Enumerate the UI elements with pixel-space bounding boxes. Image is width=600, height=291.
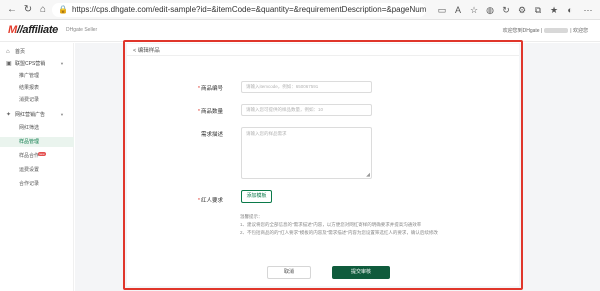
- chevron-down-icon: ▼: [60, 61, 64, 66]
- username-redacted: [544, 28, 569, 34]
- sidebar-item-sample-cooperation[interactable]: 样品合作 new: [0, 151, 74, 161]
- quantity-label: *商品数量: [197, 109, 223, 115]
- page-title[interactable]: < 编辑样品: [133, 46, 160, 54]
- sidebar-item-sample-manage[interactable]: 样品管理: [0, 137, 74, 147]
- more-icon[interactable]: ⋯: [582, 4, 594, 16]
- star-icon: ✦: [6, 112, 12, 118]
- back-icon[interactable]: ←: [6, 4, 18, 16]
- quantity-input[interactable]: 请输入您可提供的样品数量，例如：10: [241, 104, 372, 116]
- logo[interactable]: M//affiliate: [8, 24, 58, 36]
- new-badge: new: [38, 152, 46, 156]
- favorites-bar-icon[interactable]: ★: [548, 4, 560, 16]
- sidebar-item-cps[interactable]: ▣ 联盟CPS营销 ▼: [0, 59, 74, 69]
- requirement-textarea[interactable]: 请输入您的样品需求 ◢: [241, 127, 372, 179]
- sidebar-item-cooperation-record[interactable]: 合作记录: [0, 179, 74, 189]
- home-icon[interactable]: ⌂: [37, 4, 49, 16]
- sidebar-item-home[interactable]: ⌂ 首页: [0, 47, 74, 57]
- requirement-placeholder: 请输入您的样品需求: [246, 131, 287, 136]
- product-code-label: *商品编号: [197, 86, 223, 92]
- refresh-page-icon[interactable]: ↻: [500, 4, 512, 16]
- favorite-icon[interactable]: ☆: [468, 4, 480, 16]
- lock-icon: 🔒: [58, 5, 68, 14]
- cancel-button[interactable]: 取消: [267, 266, 311, 279]
- sidebar-item-promo-manage[interactable]: 推广管理: [0, 71, 74, 81]
- chevron-down-icon: ▼: [60, 112, 64, 117]
- profile-icon[interactable]: ◐: [564, 4, 576, 16]
- product-code-input[interactable]: 请输入itemcode，例如：650067591: [241, 81, 372, 93]
- refresh-icon[interactable]: ↻: [22, 4, 34, 16]
- url-text: https://cps.dhgate.com/edit-sample?id=&i…: [71, 5, 426, 14]
- logo-subtitle: DHgate Seller: [66, 27, 98, 33]
- extension-icon[interactable]: ⚙: [516, 4, 528, 16]
- link-icon: ▣: [6, 61, 12, 67]
- tip-line-2: 2、不包括商品的的"红人要求"模板的内容及"需求描述"内容为您设置筛选红人的要求…: [240, 230, 438, 235]
- title-divider: [127, 55, 519, 56]
- tips-block: 温馨提示： 1、建议将您的全部信息的"需求描述"内容，以方便您对网红寄样的明确要…: [240, 213, 438, 237]
- browser-toolbar: ← ↻ ⌂ 🔒 https://cps.dhgate.com/edit-sampl…: [0, 0, 600, 20]
- read-aloud-icon[interactable]: A: [452, 4, 464, 16]
- tip-line-1: 1、建议将您的全部信息的"需求描述"内容，以方便您对网红寄样的明确要求并提高沟通…: [240, 222, 422, 227]
- sidebar-item-result-report[interactable]: 结果报表: [0, 83, 74, 93]
- address-bar[interactable]: 🔒 https://cps.dhgate.com/edit-sample?id=&…: [52, 3, 426, 17]
- app-header: M//affiliate DHgate Seller 欢迎您到DHgate | |…: [0, 20, 600, 42]
- add-template-button[interactable]: 添加模板: [241, 190, 272, 203]
- sidebar-item-consume-record[interactable]: 消费记录: [0, 95, 74, 105]
- copilot-icon[interactable]: ◍: [484, 4, 496, 16]
- sidebar-item-influencer[interactable]: ✦ 网红营销广告 ▼: [0, 110, 74, 120]
- tips-title: 温馨提示：: [240, 214, 263, 219]
- submit-review-button[interactable]: 提交审核: [332, 266, 390, 279]
- split-screen-icon[interactable]: ▭: [436, 4, 448, 16]
- requirement-label: 需求描述: [200, 132, 223, 138]
- home-icon: ⌂: [6, 49, 10, 55]
- collections-icon[interactable]: ⧉: [532, 4, 544, 16]
- sidebar-item-shipping-settings[interactable]: 运费设置: [0, 165, 74, 175]
- resize-grip-icon[interactable]: ◢: [366, 173, 370, 178]
- user-greeting: 欢迎您到DHgate | | 欢迎您: [502, 28, 588, 34]
- influencer-requirement-label: *红人要求: [197, 198, 223, 204]
- sidebar-item-influencer-filter[interactable]: 网红筛选: [0, 123, 74, 133]
